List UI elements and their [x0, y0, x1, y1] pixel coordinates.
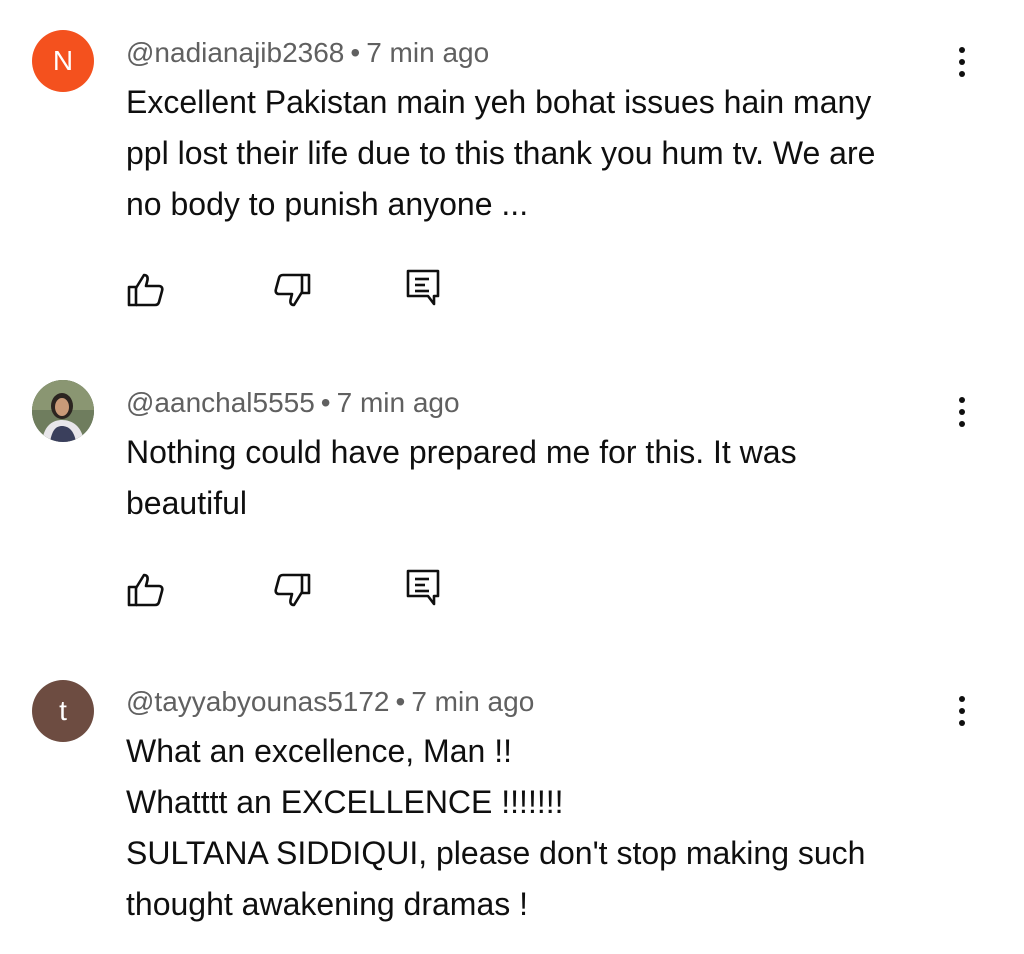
reply-button[interactable]: [404, 568, 444, 608]
meta-separator: •: [350, 37, 361, 68]
comment-time[interactable]: 7 min ago: [366, 37, 489, 68]
comment-line: no body to punish anyone ...: [126, 186, 529, 222]
comment-text: Nothing could have prepared me for this.…: [126, 427, 956, 529]
profile-photo-icon: [32, 380, 94, 442]
comment-meta: @aanchal5555 • 7 min ago: [126, 386, 460, 420]
thumbs-up-icon: [127, 573, 164, 607]
comment-line: thought awakening dramas !: [126, 886, 529, 922]
like-button[interactable]: [126, 270, 166, 310]
comment-meta: @tayyabyounas5172 • 7 min ago: [126, 685, 534, 719]
meta-separator: •: [395, 686, 406, 717]
comment-author[interactable]: @nadianajib2368: [126, 37, 344, 68]
dislike-button[interactable]: [272, 570, 312, 610]
comment-line: What an excellence, Man !!: [126, 733, 512, 769]
comment-line: ppl lost their life due to this thank yo…: [126, 135, 876, 171]
thumbs-up-icon: [127, 273, 164, 307]
comment-author[interactable]: @tayyabyounas5172: [126, 686, 390, 717]
meta-separator: •: [320, 387, 331, 418]
avatar[interactable]: [32, 380, 94, 442]
comment-line: Excellent Pakistan main yeh bohat issues…: [126, 84, 872, 120]
dislike-button[interactable]: [272, 270, 312, 310]
comment-line: beautiful: [126, 485, 247, 521]
comment-time[interactable]: 7 min ago: [411, 686, 534, 717]
comment-line: SULTANA SIDDIQUI, please don't stop maki…: [126, 835, 866, 871]
comment-time[interactable]: 7 min ago: [337, 387, 460, 418]
reply-comment-icon: [406, 269, 440, 306]
comment-line: Whatttt an EXCELLENCE !!!!!!!: [126, 784, 564, 820]
avatar-letter: t: [59, 695, 67, 726]
comment-meta: @nadianajib2368 • 7 min ago: [126, 36, 489, 70]
reply-button[interactable]: [404, 268, 444, 308]
reply-comment-icon: [406, 569, 440, 606]
avatar[interactable]: N: [32, 30, 94, 92]
comment-text: Excellent Pakistan main yeh bohat issues…: [126, 77, 956, 230]
comment-text: What an excellence, Man !! Whatttt an EX…: [126, 726, 956, 930]
thumbs-down-icon: [274, 273, 311, 307]
avatar[interactable]: t: [32, 680, 94, 742]
thumbs-down-icon: [274, 573, 311, 607]
comment-author[interactable]: @aanchal5555: [126, 387, 315, 418]
like-button[interactable]: [126, 570, 166, 610]
avatar-letter: N: [52, 45, 74, 76]
comment-line: Nothing could have prepared me for this.…: [126, 434, 797, 470]
